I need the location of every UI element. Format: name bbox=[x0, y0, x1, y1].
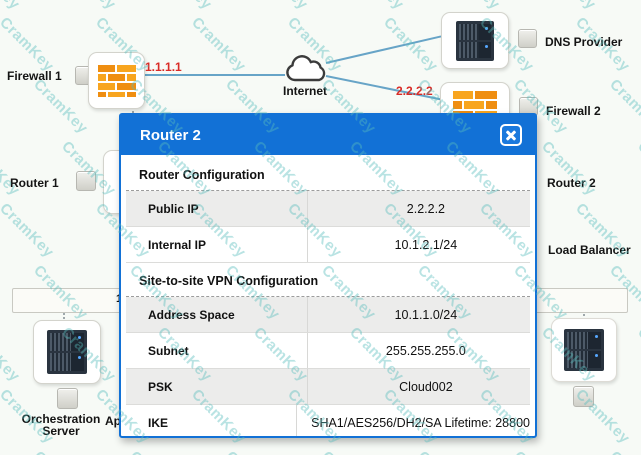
cloud-icon bbox=[282, 49, 330, 84]
router2-label: Router 2 bbox=[547, 176, 596, 190]
watermark-text: CramKey bbox=[0, 324, 23, 385]
watermark-text: CramKey bbox=[0, 14, 57, 75]
config-row: Internal IP10.1.2.1/24 bbox=[126, 227, 530, 263]
firewall1-node[interactable] bbox=[88, 52, 145, 109]
config-label: IKE bbox=[126, 405, 297, 436]
watermark-text: CramKey bbox=[510, 448, 571, 455]
watermark-text: CramKey bbox=[634, 0, 641, 13]
watermark-text: CramKey bbox=[0, 0, 23, 13]
watermark-text: CramKey bbox=[414, 448, 475, 455]
config-row: Address Space10.1.1.0/24 bbox=[126, 297, 530, 333]
section-title: Router Configuration bbox=[126, 157, 530, 191]
internet-label: Internet bbox=[283, 84, 327, 98]
config-row: Subnet255.255.255.0 bbox=[126, 333, 530, 369]
orchestration-label: Orchestration Server bbox=[19, 413, 103, 437]
config-label: PSK bbox=[126, 369, 308, 404]
firewall1-wan-ip: 1.1.1.1 bbox=[145, 60, 182, 74]
network-diagram-screen: 10 Firewall 1 1.1.1.1 Internet DNS Provi… bbox=[0, 0, 641, 455]
link-internet-dns bbox=[326, 35, 441, 63]
config-row: PSKCloud002 bbox=[126, 369, 530, 405]
firewall-icon bbox=[98, 65, 136, 97]
firewall2-wan-ip: 2.2.2.2 bbox=[396, 84, 433, 98]
config-label: Public IP bbox=[126, 191, 308, 226]
modal-title: Router 2 bbox=[140, 127, 201, 144]
server-icon bbox=[564, 329, 604, 371]
config-value: SHA1/AES256/DH2/SA Lifetime: 28800 bbox=[297, 405, 530, 436]
dns-provider-label: DNS Provider bbox=[545, 35, 622, 49]
config-value: 10.1.1.0/24 bbox=[308, 297, 530, 332]
orchestration-node[interactable] bbox=[33, 320, 101, 384]
app-server-partial-label: Ap bbox=[105, 414, 119, 428]
watermark-text: CramKey bbox=[606, 76, 641, 137]
server-icon bbox=[47, 330, 87, 374]
watermark-text: CramKey bbox=[0, 200, 57, 261]
watermark-text: CramKey bbox=[188, 14, 249, 75]
config-row: IKESHA1/AES256/DH2/SA Lifetime: 28800 bbox=[126, 405, 530, 436]
config-row: Public IP2.2.2.2 bbox=[126, 191, 530, 227]
watermark-text: CramKey bbox=[634, 138, 641, 199]
config-value: 2.2.2.2 bbox=[308, 191, 530, 226]
watermark-text: CramKey bbox=[538, 0, 599, 13]
firewall2-label: Firewall 2 bbox=[546, 104, 601, 118]
watermark-text: CramKey bbox=[222, 448, 283, 455]
watermark-text: CramKey bbox=[606, 448, 641, 455]
config-label: Internal IP bbox=[126, 227, 308, 262]
server-icon bbox=[456, 21, 494, 61]
watermark-text: CramKey bbox=[318, 448, 379, 455]
config-value: 255.255.255.0 bbox=[308, 333, 530, 368]
close-icon[interactable] bbox=[500, 124, 522, 146]
right-server-device-box-icon bbox=[573, 386, 594, 407]
watermark-text: CramKey bbox=[154, 0, 215, 13]
watermark-text: CramKey bbox=[250, 0, 311, 13]
watermark-text: CramKey bbox=[346, 0, 407, 13]
watermark-text: CramKey bbox=[58, 0, 119, 13]
config-value: Cloud002 bbox=[308, 369, 530, 404]
config-label: Address Space bbox=[126, 297, 308, 332]
modal-header: Router 2 bbox=[121, 115, 535, 155]
watermark-text: CramKey bbox=[30, 448, 91, 455]
section-title: Site-to-site VPN Configuration bbox=[126, 263, 530, 297]
right-server-node[interactable] bbox=[551, 318, 617, 382]
router1-device-box-icon bbox=[76, 171, 96, 191]
internet-node[interactable] bbox=[282, 49, 330, 84]
load-balancer-label: Load Balancer bbox=[548, 243, 631, 257]
router2-config-modal: Router 2 Router ConfigurationPublic IP2.… bbox=[119, 113, 537, 438]
watermark-text: CramKey bbox=[380, 14, 441, 75]
modal-sections: Router ConfigurationPublic IP2.2.2.2Inte… bbox=[121, 155, 535, 436]
router1-label: Router 1 bbox=[10, 176, 59, 190]
watermark-text: CramKey bbox=[634, 324, 641, 385]
firewall1-label: Firewall 1 bbox=[7, 69, 62, 83]
dns-device-box-icon bbox=[518, 29, 537, 48]
config-label: Subnet bbox=[126, 333, 308, 368]
link-firewall1-internet bbox=[142, 74, 285, 76]
orchestration-device-box-icon bbox=[57, 388, 78, 409]
watermark-text: CramKey bbox=[126, 448, 187, 455]
dns-node[interactable] bbox=[441, 12, 509, 69]
watermark-text: CramKey bbox=[30, 76, 91, 137]
config-value: 10.1.2.1/24 bbox=[308, 227, 530, 262]
